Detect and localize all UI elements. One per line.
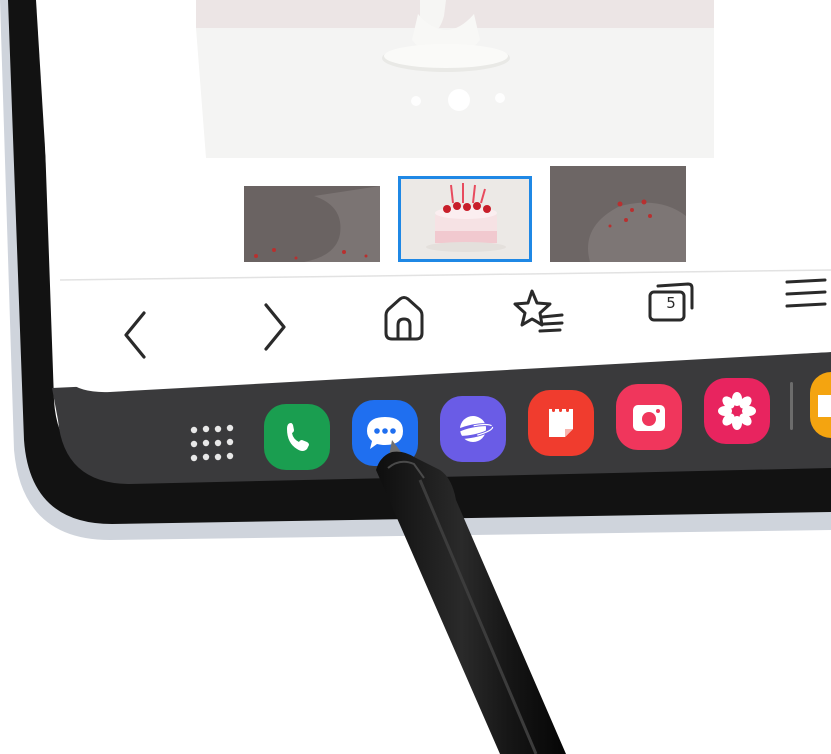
planet-icon <box>451 416 495 442</box>
menu-button[interactable] <box>778 268 831 318</box>
pager-dot[interactable] <box>411 96 421 106</box>
dock-divider <box>790 382 793 430</box>
tabs-count: 5 <box>666 294 676 312</box>
tabs-button[interactable]: 5 <box>642 276 698 326</box>
chevron-left-icon <box>124 311 146 359</box>
internet-app[interactable] <box>440 396 506 462</box>
my-files-app[interactable] <box>810 372 831 438</box>
app-grid-icon <box>190 424 234 462</box>
forward-button[interactable] <box>252 298 298 354</box>
chevron-right-icon <box>264 303 286 351</box>
app-drawer-button[interactable] <box>186 422 238 474</box>
star-list-icon <box>513 289 564 333</box>
bookmarks-button[interactable] <box>508 284 568 340</box>
pager-dot-active[interactable] <box>448 89 470 111</box>
flower-icon <box>718 392 756 430</box>
home-icon <box>384 296 424 341</box>
folder-icon <box>818 395 831 417</box>
chat-bubble-icon <box>367 417 403 449</box>
pager-dot[interactable] <box>495 93 505 103</box>
cake-thumbnail-1[interactable] <box>244 186 380 262</box>
note-icon <box>549 406 573 437</box>
gallery-app[interactable] <box>704 378 770 444</box>
back-button[interactable] <box>112 306 158 362</box>
cake-thumbnail-2-selected[interactable] <box>398 176 532 262</box>
messages-app[interactable] <box>352 400 418 466</box>
camera-app[interactable] <box>616 384 682 450</box>
phone-icon <box>287 423 309 451</box>
carousel-pager[interactable] <box>396 86 526 116</box>
hamburger-menu-icon <box>785 278 826 308</box>
phone-app[interactable] <box>264 404 330 470</box>
home-button[interactable] <box>376 290 432 346</box>
cake-thumbnail-3[interactable] <box>550 166 686 262</box>
notes-app[interactable] <box>528 390 594 456</box>
camera-icon <box>633 405 665 431</box>
